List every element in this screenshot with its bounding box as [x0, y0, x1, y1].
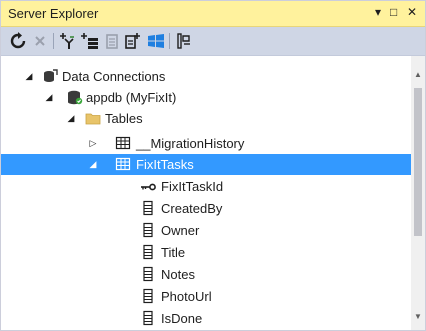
- vertical-scrollbar[interactable]: ▲ ▼: [411, 56, 425, 330]
- panel-title: Server Explorer: [8, 6, 99, 21]
- tree-node-label: __MigrationHistory: [136, 136, 245, 151]
- tree-node-label: FixItTaskId: [161, 179, 224, 194]
- server-explorer-tree: ◢ Data Connections ◢ appdb (MyFixIt) ◢ T…: [1, 56, 411, 330]
- toolbar: [1, 27, 425, 56]
- tree-node-label: CreatedBy: [161, 201, 223, 216]
- server-explorer-panel: Server Explorer ▾ □ ✕ ◢ Data Connections…: [0, 0, 426, 331]
- tree-node-column-createdby[interactable]: CreatedBy: [1, 198, 411, 219]
- stop-icon[interactable]: [31, 32, 49, 50]
- tree-node-data-connections[interactable]: ◢ Data Connections: [1, 66, 411, 87]
- scroll-up-icon[interactable]: ▲: [413, 70, 423, 80]
- tree-node-appdb[interactable]: ◢ appdb (MyFixIt): [1, 87, 411, 108]
- tree-node-column-photourl[interactable]: PhotoUrl: [1, 286, 411, 307]
- column-icon: [143, 222, 153, 238]
- toolbar-separator: [169, 33, 170, 49]
- collapse-arrow-icon[interactable]: ◢: [23, 69, 35, 83]
- table-icon: [115, 136, 131, 150]
- column-icon: [143, 310, 153, 326]
- tree-node-label: Notes: [161, 267, 195, 282]
- tree-node-label: Title: [161, 245, 186, 260]
- connect-to-azure-icon[interactable]: [125, 32, 143, 50]
- tree-node-label: Data Connections: [62, 69, 166, 84]
- tree-node-label: PhotoUrl: [161, 289, 212, 304]
- tree-node-label: Tables: [105, 111, 143, 126]
- database-icon: [68, 90, 83, 105]
- windows-azure-icon[interactable]: [147, 32, 165, 50]
- panel-title-bar[interactable]: Server Explorer ▾ □ ✕: [1, 1, 425, 27]
- collapse-arrow-icon[interactable]: ◢: [65, 111, 77, 125]
- refresh-icon[interactable]: [9, 32, 27, 50]
- tree-node-fixittasks[interactable]: ◢ FixItTasks: [1, 154, 411, 175]
- window-position-dropdown-icon[interactable]: ▾: [375, 5, 381, 19]
- tree-node-column-owner[interactable]: Owner: [1, 220, 411, 241]
- folder-icon: [85, 113, 101, 125]
- close-icon[interactable]: ✕: [407, 5, 417, 19]
- tree-node-label: FixItTasks: [136, 157, 194, 172]
- tree-node-migrationhistory[interactable]: ▷ __MigrationHistory: [1, 133, 411, 154]
- scroll-down-icon[interactable]: ▼: [413, 312, 423, 322]
- tree-node-label: Owner: [161, 223, 200, 238]
- data-connections-icon: [44, 69, 58, 82]
- expand-arrow-icon[interactable]: ▷: [87, 136, 99, 150]
- primary-key-icon: [141, 183, 156, 191]
- properties-icon[interactable]: [175, 32, 193, 50]
- collapse-arrow-icon[interactable]: ◢: [87, 157, 99, 171]
- scrollbar-thumb[interactable]: [414, 88, 422, 236]
- tree-node-column-notes[interactable]: Notes: [1, 264, 411, 285]
- collapse-arrow-icon[interactable]: ◢: [43, 90, 55, 104]
- tree-node-label: IsDone: [161, 311, 203, 326]
- tree-node-tables[interactable]: ◢ Tables: [1, 108, 411, 129]
- column-icon: [143, 200, 153, 216]
- connect-to-server-icon[interactable]: [81, 32, 99, 50]
- tree-node-column-fixittaskid[interactable]: FixItTaskId: [1, 176, 411, 197]
- column-icon: [143, 266, 153, 282]
- tree-node-label: appdb (MyFixIt): [86, 90, 177, 105]
- connect-to-sharepoint-icon[interactable]: [103, 32, 121, 50]
- toolbar-separator: [53, 33, 54, 49]
- connect-to-database-icon[interactable]: [59, 32, 77, 50]
- column-icon: [143, 288, 153, 304]
- table-icon: [115, 157, 131, 171]
- tree-node-column-title[interactable]: Title: [1, 242, 411, 263]
- maximize-icon[interactable]: □: [390, 5, 397, 19]
- tree-node-column-isdone[interactable]: IsDone: [1, 308, 411, 329]
- column-icon: [143, 244, 153, 260]
